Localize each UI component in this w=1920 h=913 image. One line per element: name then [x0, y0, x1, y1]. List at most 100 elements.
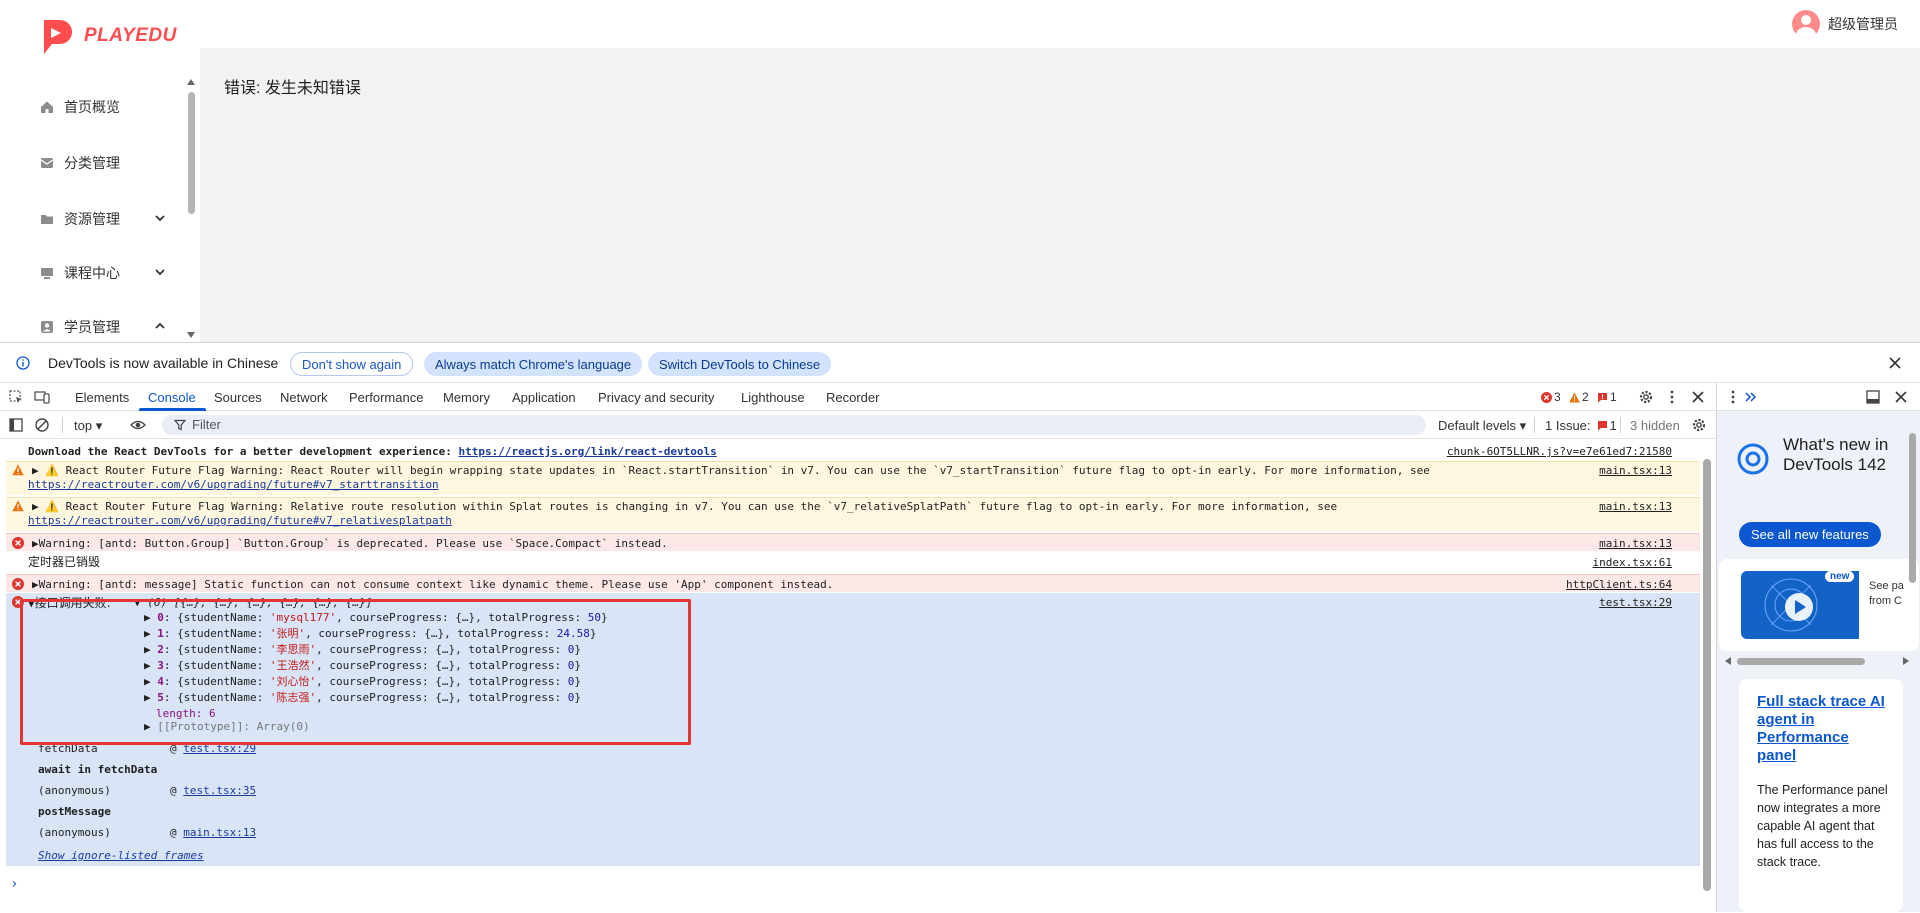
sidebar-item-label: 首页概览	[64, 99, 120, 115]
live-expression-eye-icon[interactable]	[130, 417, 146, 433]
more-options-icon[interactable]	[1725, 389, 1741, 405]
array-item[interactable]: ▶ 1: {studentName: '张明', courseProgress:…	[144, 627, 597, 641]
stack-frame-function: (anonymous)	[38, 784, 111, 797]
sidebar-item-students[interactable]: 学员管理	[40, 316, 170, 338]
tab-performance[interactable]: Performance	[349, 390, 423, 405]
console-log: 定时器已销毁 index.tsx:61	[28, 555, 1672, 570]
show-ignore-listed-frames-link[interactable]: Show ignore-listed frames	[38, 849, 204, 863]
scroll-left-icon[interactable]	[1725, 657, 1733, 665]
inspect-element-icon[interactable]	[8, 389, 24, 405]
error-icon	[1541, 391, 1552, 403]
sidebar-item-overview[interactable]: 首页概览	[40, 96, 170, 118]
stack-frame-location: @ test.tsx:35	[170, 784, 257, 797]
tab-elements[interactable]: Elements	[75, 390, 129, 405]
tab-privacy-security[interactable]: Privacy and security	[598, 390, 714, 405]
hidden-messages-count: 3 hidden	[1630, 418, 1680, 433]
warning-emoji-icon: ⚠️	[45, 500, 59, 513]
scrollbar-thumb[interactable]	[1737, 658, 1865, 665]
tab-application[interactable]: Application	[512, 390, 576, 405]
sidebar-scrollbar[interactable]	[184, 76, 198, 342]
issues-counter[interactable]: 1 Issue: 1	[1545, 418, 1617, 433]
warning-count-badge[interactable]: 2	[1569, 390, 1589, 404]
chevron-down-icon	[155, 269, 165, 276]
sidebar: 首页概览 分类管理 资源管理 课程中心 学员管理	[0, 48, 184, 342]
devtools-tabbar: Elements Console Sources Network Perform…	[0, 383, 1716, 411]
error-count-badge[interactable]: 3	[1541, 390, 1561, 404]
source-link[interactable]: chunk-6OT5LLNR.js?v=e7e61ed7:21580	[1447, 445, 1672, 459]
feature-article-card[interactable]: Full stack trace AI agent in Performance…	[1739, 679, 1903, 912]
home-icon	[41, 101, 53, 113]
more-options-icon[interactable]	[1664, 389, 1680, 405]
see-all-features-button[interactable]: See all new features	[1739, 522, 1881, 547]
tab-lighthouse[interactable]: Lighthouse	[741, 390, 805, 405]
stack-frame-link[interactable]: test.tsx:29	[183, 742, 256, 755]
source-link[interactable]: index.tsx:61	[1593, 556, 1672, 570]
source-link[interactable]: test.tsx:29	[1599, 596, 1672, 610]
scrollbar-thumb[interactable]	[1703, 459, 1711, 891]
array-prototype[interactable]: ▶ [[Prototype]]: Array(0)	[144, 720, 310, 734]
settings-gear-icon[interactable]	[1638, 389, 1654, 405]
tab-sources[interactable]: Sources	[214, 390, 262, 405]
app-area: PLAYEDU 超级管理员 首页概览 分类管理 资源管理 课程中心 学员管理 错…	[0, 0, 1920, 342]
console-prompt[interactable]: ›	[6, 875, 1700, 893]
device-toolbar-icon[interactable]	[34, 389, 50, 405]
sidebar-toggle-icon[interactable]	[8, 417, 24, 433]
switch-chinese-button[interactable]: Switch DevTools to Chinese	[648, 352, 832, 376]
scroll-down-icon[interactable]	[187, 332, 195, 338]
devtools-panel: DevTools is now available in Chinese Don…	[0, 342, 1920, 913]
array-item[interactable]: ▶ 2: {studentName: '李思雨', courseProgress…	[144, 643, 581, 657]
doc-link[interactable]: https://reactrouter.com/v6/upgrading/fut…	[28, 514, 452, 528]
main-content: 错误: 发生未知错误	[200, 48, 1920, 342]
feature-title-link[interactable]: Full stack trace AI agent in Performance…	[1757, 693, 1887, 765]
match-language-button[interactable]: Always match Chrome's language	[424, 352, 643, 376]
log-levels-dropdown[interactable]: Default levels ▾	[1438, 418, 1526, 434]
array-item[interactable]: ▶ 3: {studentName: '王浩然', courseProgress…	[144, 659, 581, 673]
dock-bottom-icon[interactable]	[1865, 389, 1881, 405]
close-devtools-icon[interactable]	[1690, 389, 1706, 405]
tab-network[interactable]: Network	[280, 390, 328, 405]
chevron-up-icon	[155, 322, 165, 329]
array-item[interactable]: ▶ 4: {studentName: '刘心怡', courseProgress…	[144, 675, 581, 689]
source-link[interactable]: main.tsx:13	[1599, 500, 1672, 514]
tab-console[interactable]: Console	[148, 390, 196, 405]
issue-icon	[1597, 421, 1607, 431]
clear-console-icon[interactable]	[34, 417, 50, 433]
console-filter-input[interactable]: Filter	[162, 415, 1426, 435]
source-link[interactable]: main.tsx:13	[1599, 537, 1672, 551]
array-item[interactable]: ▶ 0: {studentName: 'mysql177', coursePro…	[144, 611, 608, 625]
sidebar-item-resources[interactable]: 资源管理	[40, 208, 170, 230]
scrollbar-thumb[interactable]	[1909, 433, 1916, 583]
chrome-devtools-icon	[1737, 443, 1769, 475]
context-selector[interactable]: top ▾	[74, 418, 102, 434]
scrollbar-thumb[interactable]	[188, 92, 195, 214]
source-link[interactable]: main.tsx:13	[1599, 464, 1672, 478]
console-scrollbar[interactable]	[1700, 443, 1714, 913]
stack-frame-link[interactable]: main.tsx:13	[183, 826, 256, 839]
drawer-scrollbar[interactable]	[1907, 421, 1919, 911]
filter-icon	[174, 419, 186, 431]
carousel-scrollbar[interactable]	[1725, 655, 1909, 667]
close-icon[interactable]	[1888, 356, 1902, 370]
close-drawer-icon[interactable]	[1893, 389, 1909, 405]
tab-memory[interactable]: Memory	[443, 390, 490, 405]
feature-card[interactable]: new See pa from C	[1719, 559, 1919, 651]
language-infobar: DevTools is now available in Chinese Don…	[0, 343, 1920, 383]
array-item[interactable]: ▶ 5: {studentName: '陈志强', courseProgress…	[144, 691, 581, 705]
react-devtools-link[interactable]: https://reactjs.org/link/react-devtools	[458, 445, 716, 458]
user-menu[interactable]: 超级管理员	[1792, 10, 1898, 38]
drawer-toolbar	[1717, 383, 1920, 411]
issue-count-badge[interactable]: 1	[1597, 390, 1617, 404]
double-chevron-right-icon[interactable]	[1743, 389, 1759, 405]
warning-icon	[12, 464, 24, 476]
sidebar-item-courses[interactable]: 课程中心	[40, 262, 170, 284]
tab-recorder[interactable]: Recorder	[826, 390, 879, 405]
doc-link[interactable]: https://reactrouter.com/v6/upgrading/fut…	[28, 478, 439, 492]
dont-show-again-button[interactable]: Don't show again	[290, 352, 414, 376]
console-settings-gear-icon[interactable]	[1691, 417, 1707, 433]
source-link[interactable]: httpClient.ts:64	[1566, 578, 1672, 592]
stack-frame-function: (anonymous)	[38, 826, 111, 839]
scroll-up-icon[interactable]	[187, 79, 195, 85]
sidebar-item-label: 分类管理	[64, 155, 120, 171]
stack-frame-link[interactable]: test.tsx:35	[183, 784, 256, 797]
sidebar-item-category[interactable]: 分类管理	[40, 152, 170, 174]
